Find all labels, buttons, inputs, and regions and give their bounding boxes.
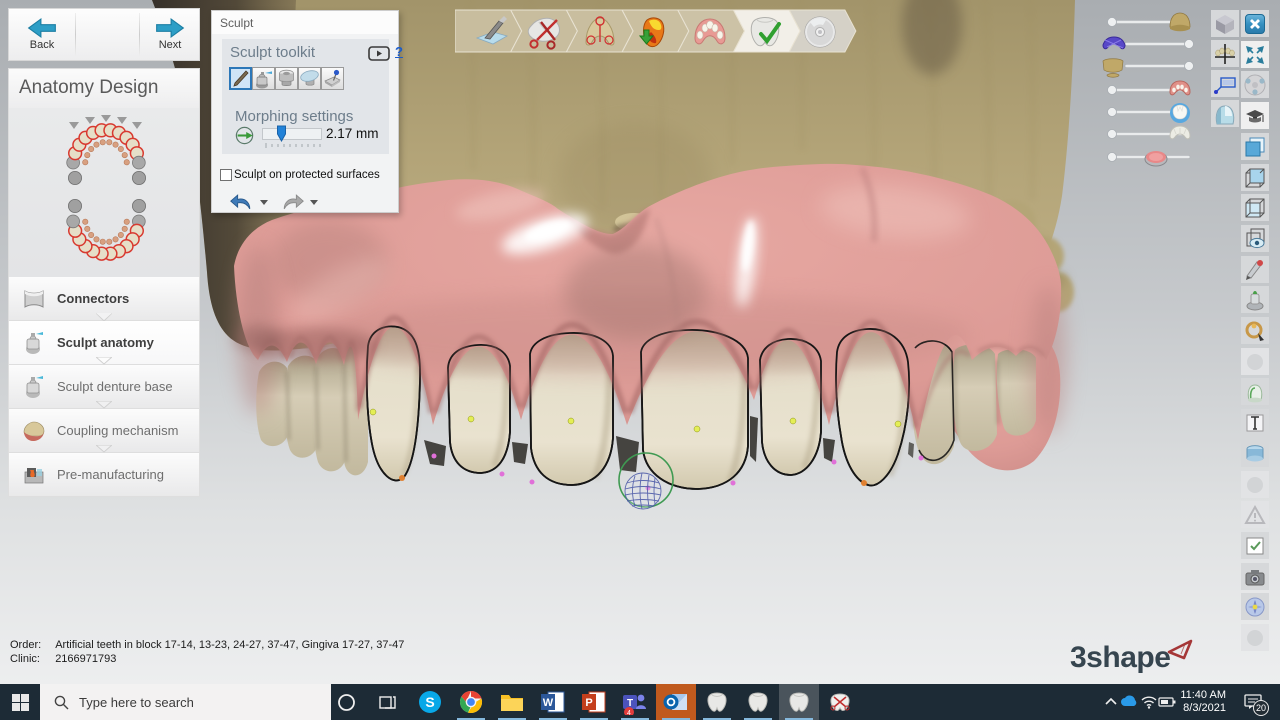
- svg-text:4: 4: [627, 710, 631, 715]
- svg-text:S: S: [425, 694, 434, 710]
- svg-text:W: W: [543, 697, 554, 709]
- svg-text:3shape: 3shape: [1070, 641, 1170, 674]
- svg-text:P: P: [585, 697, 592, 709]
